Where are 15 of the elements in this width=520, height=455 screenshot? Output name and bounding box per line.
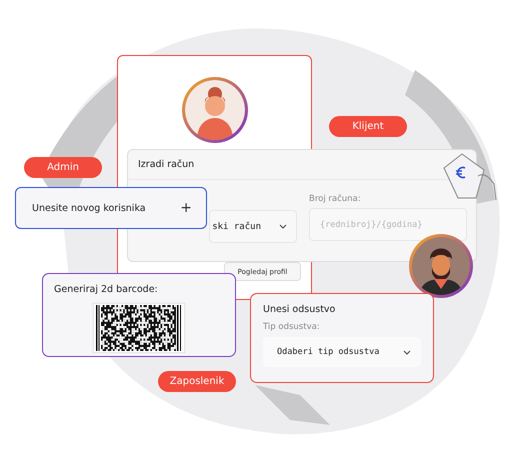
role-button[interactable]: Klijent [329, 116, 407, 137]
field-label: Tip odsustva: [263, 322, 321, 332]
field-label: Broj računa: [309, 194, 362, 204]
chevron-icon [279, 224, 287, 229]
select-field[interactable]: Odaberi tip odsustva [263, 337, 421, 367]
add-icon[interactable]: + [180, 200, 192, 216]
input-field[interactable]: {rednibroj}/{godina} [309, 208, 467, 241]
card-title: Unesi odsustvo [263, 304, 336, 315]
card-label: Unesite novog korisnika [32, 202, 146, 214]
chevron-icon [403, 350, 411, 354]
new-user-card[interactable]: Unesite novog korisnika + [15, 187, 207, 229]
card-title: Generiraj 2d barcode: [54, 284, 158, 295]
role-button[interactable]: Zaposlenik [158, 371, 236, 392]
role-button[interactable]: Admin [24, 157, 102, 178]
select-field[interactable]: ski račun [209, 210, 297, 243]
